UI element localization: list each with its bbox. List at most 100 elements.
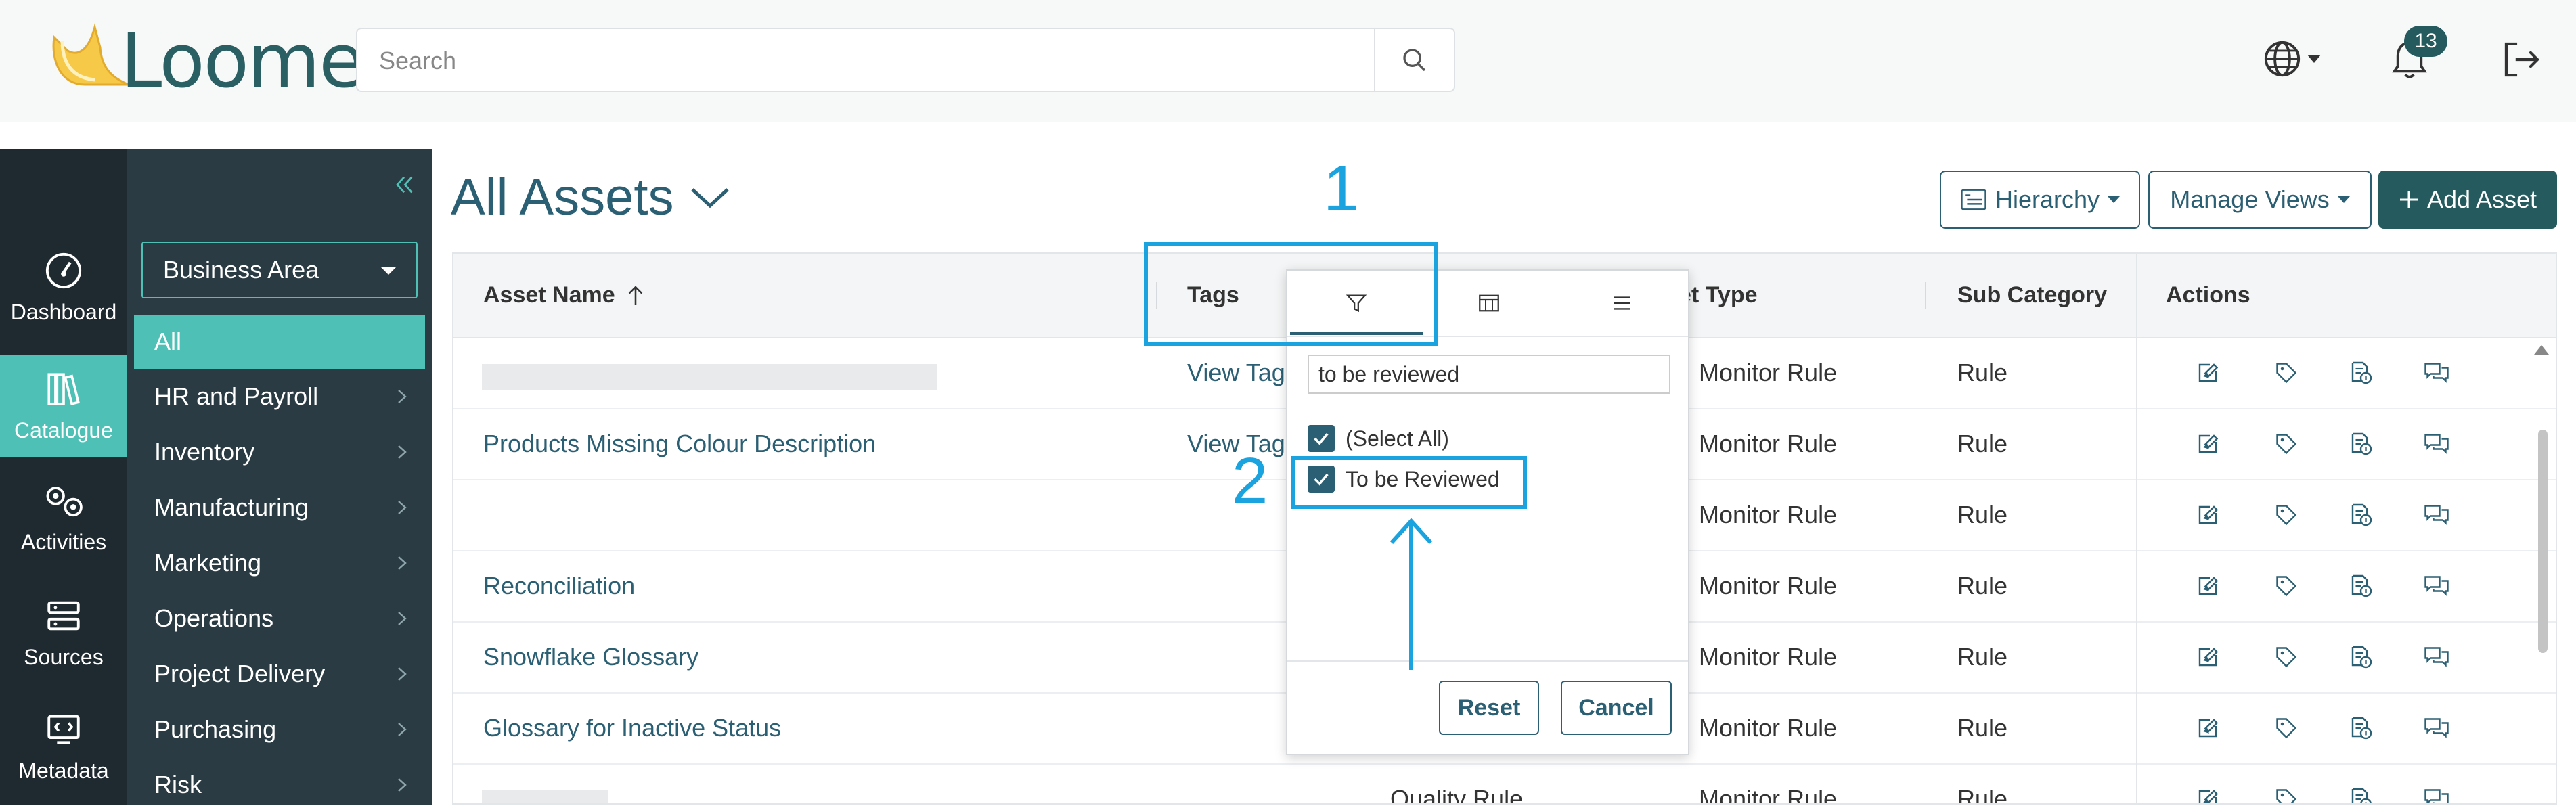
tag-action-button[interactable] <box>2274 479 2299 550</box>
sidebar-item-risk[interactable]: Risk <box>134 758 425 812</box>
add-asset-button[interactable]: Add Asset <box>2378 171 2557 229</box>
page-title-text: All Assets <box>451 168 674 226</box>
report-info-action-button[interactable] <box>2349 479 2373 550</box>
search-input[interactable] <box>378 29 1362 92</box>
edit-action-button[interactable] <box>2196 621 2220 692</box>
tag-action-button[interactable] <box>2274 337 2299 408</box>
sidebar-item-label: Manufacturing <box>154 493 309 521</box>
edit-action-button[interactable] <box>2196 550 2220 621</box>
hierarchy-button-label: Hierarchy <box>1995 185 2100 213</box>
redacted-asset-name <box>482 364 937 390</box>
report-info-icon <box>2351 503 2372 526</box>
cancel-button[interactable]: Cancel <box>1561 681 1672 735</box>
metadata-icon <box>47 715 80 744</box>
comments-action-button[interactable] <box>2423 408 2450 479</box>
report-info-action-button[interactable] <box>2349 621 2373 692</box>
columns-icon <box>1479 294 1499 312</box>
tag-action-button[interactable] <box>2274 763 2299 803</box>
scroll-up-arrow[interactable] <box>2534 345 2549 355</box>
manage-views-button-label: Manage Views <box>2170 185 2330 213</box>
comments-action-button[interactable] <box>2423 763 2450 803</box>
asset-type-cell: Monitor Rule <box>1699 571 1838 600</box>
edit-action-button[interactable] <box>2196 479 2220 550</box>
asset-name-link[interactable]: Glossary for Inactive Status <box>483 692 781 763</box>
report-info-action-button[interactable] <box>2349 692 2373 763</box>
grid-scrollbar-thumb[interactable] <box>2538 430 2548 653</box>
hierarchy-button[interactable]: Hierarchy <box>1940 171 2140 229</box>
edit-action-button[interactable] <box>2196 337 2220 408</box>
edit-action-button[interactable] <box>2196 763 2220 803</box>
comments-action-button[interactable] <box>2423 550 2450 621</box>
report-info-action-button[interactable] <box>2349 337 2373 408</box>
tag-action-button[interactable] <box>2274 550 2299 621</box>
sidebar-item-marketing[interactable]: Marketing <box>134 536 425 590</box>
sidebar-item-label: Risk <box>154 771 202 798</box>
tag-action-button[interactable] <box>2274 408 2299 479</box>
add-asset-button-label: Add Asset <box>2426 185 2537 213</box>
double-chevron-left-icon <box>396 176 413 194</box>
rail-item-metadata[interactable]: Metadata <box>0 696 127 797</box>
sidebar-item-inventory[interactable]: Inventory <box>134 425 425 479</box>
asset-type-cell: Monitor Rule <box>1699 642 1838 671</box>
sidebar-item-project-delivery[interactable]: Project Delivery <box>134 647 425 701</box>
comments-action-button[interactable] <box>2423 621 2450 692</box>
rail-item-activities[interactable]: Activities <box>0 467 127 568</box>
column-header-asset-type[interactable]: et Type <box>1679 254 1758 337</box>
column-header-label: Actions <box>2166 282 2250 308</box>
tab-columns[interactable] <box>1423 271 1555 336</box>
asset-name-link[interactable]: Snowflake Glossary <box>483 621 698 692</box>
column-header-label: et Type <box>1679 282 1758 308</box>
annotation-box-filter-tab <box>1144 242 1438 346</box>
sidebar-item-all[interactable]: All <box>134 315 425 369</box>
business-area-select[interactable]: Business Area <box>141 242 418 298</box>
rail-label-metadata: Metadata <box>18 758 109 783</box>
collapse-sidebar-button[interactable] <box>393 173 416 196</box>
sidebar-item-operations[interactable]: Operations <box>134 591 425 646</box>
tag-icon <box>2276 504 2297 525</box>
tab-general-menu[interactable] <box>1555 271 1688 336</box>
actions-column-divider <box>2136 254 2137 803</box>
select-all-checkbox[interactable] <box>1308 425 1335 452</box>
edit-action-button[interactable] <box>2196 408 2220 479</box>
sidebar-item-purchasing[interactable]: Purchasing <box>134 702 425 757</box>
annotation-step-2: 2 <box>1232 445 1268 517</box>
column-header-sub-category[interactable]: Sub Category <box>1957 254 2107 337</box>
sidebar-item-manufacturing[interactable]: Manufacturing <box>134 480 425 535</box>
sidebar-item-label: Purchasing <box>154 715 277 743</box>
rail-item-dashboard[interactable]: Dashboard <box>0 237 127 338</box>
language-selector[interactable] <box>2263 39 2321 78</box>
tag-action-button[interactable] <box>2274 621 2299 692</box>
page-title[interactable]: All Assets <box>451 168 730 227</box>
sidebar-item-hr-and-payroll[interactable]: HR and Payroll <box>134 369 425 424</box>
sidebar-item-label: Marketing <box>154 549 262 577</box>
filter-search-input[interactable] <box>1308 355 1670 394</box>
search-button[interactable] <box>1374 29 1454 91</box>
menu-icon <box>1614 296 1630 310</box>
asset-name-link[interactable]: Reconciliation <box>483 550 635 621</box>
report-info-action-button[interactable] <box>2349 550 2373 621</box>
comments-action-button[interactable] <box>2423 479 2450 550</box>
annotation-step-1: 1 <box>1323 152 1360 225</box>
rail-item-catalogue[interactable]: Catalogue <box>0 355 127 457</box>
checkmark-icon <box>1314 432 1329 445</box>
logout-button[interactable] <box>2502 41 2542 78</box>
rail-item-sources[interactable]: Sources <box>0 582 127 683</box>
sources-icon <box>47 601 80 630</box>
report-info-action-button[interactable] <box>2349 763 2373 803</box>
asset-name-link[interactable]: Products Missing Colour Description <box>483 408 876 479</box>
report-info-action-button[interactable] <box>2349 408 2373 479</box>
sidebar-item-label: HR and Payroll <box>154 382 319 410</box>
sidebar-item-label: All <box>154 328 182 355</box>
manage-views-button[interactable]: Manage Views <box>2148 171 2372 229</box>
notifications-badge: 13 <box>2404 26 2447 57</box>
column-header-asset-name[interactable]: Asset Name <box>483 254 645 337</box>
table-row[interactable]: Quality Rule Monitor Rule Rule <box>453 763 2556 803</box>
comments-action-button[interactable] <box>2423 692 2450 763</box>
edit-action-button[interactable] <box>2196 692 2220 763</box>
select-all-option[interactable]: (Select All) <box>1308 425 1449 452</box>
view-tags-link[interactable]: View Tags <box>1187 337 1297 408</box>
comments-action-button[interactable] <box>2423 337 2450 408</box>
catalogue-icon <box>47 372 80 405</box>
tag-action-button[interactable] <box>2274 692 2299 763</box>
reset-button[interactable]: Reset <box>1439 681 1539 735</box>
